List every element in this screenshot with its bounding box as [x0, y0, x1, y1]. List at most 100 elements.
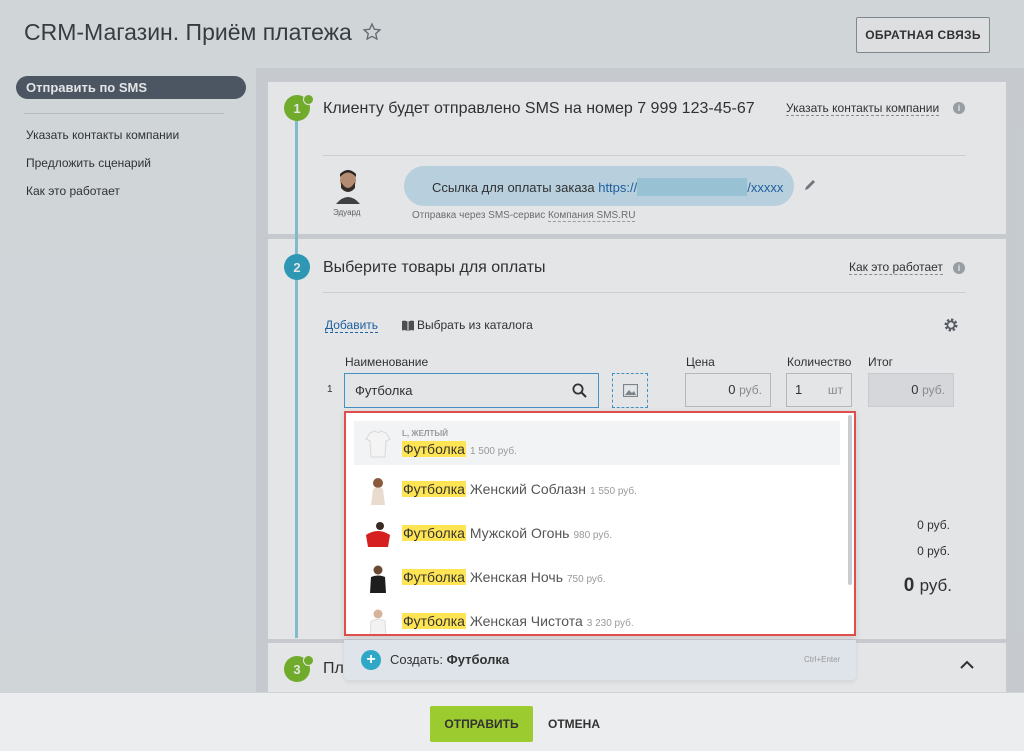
dropdown-item-rest: Женская Чистота [465, 613, 583, 629]
column-total-label: Итог [868, 355, 894, 369]
add-item-link[interactable]: Добавить [325, 318, 379, 333]
dropdown-item[interactable]: Футболка Женский Соблазн 1 550 руб. [354, 467, 840, 511]
row-index: 1 [327, 384, 333, 395]
create-value: Футболка [446, 652, 510, 667]
shortcut-hint: Ctrl+Enter [804, 655, 841, 664]
check-icon [303, 94, 314, 105]
gear-icon[interactable] [943, 317, 959, 333]
dropdown-item[interactable]: L, ЖЕЛТЫЙ Футболка 1 500 руб. [354, 421, 840, 465]
product-name-input[interactable]: Футболка [344, 373, 599, 408]
info-icon[interactable]: i [953, 262, 965, 274]
step2-divider [323, 292, 966, 293]
dropdown-item-name: Футболка Женская Ночь 750 руб. [402, 569, 606, 585]
quantity-value: 1 [795, 382, 803, 397]
info-icon[interactable]: i [953, 102, 965, 114]
dropdown-item-price: 1 500 руб. [469, 446, 517, 457]
dropdown-scrollbar[interactable] [848, 415, 852, 585]
company-contacts-link[interactable]: Указать контакты компании [786, 101, 940, 116]
match-highlight: Футболка [402, 441, 466, 457]
sms-service-link[interactable]: Компания SMS.RU [547, 210, 636, 222]
match-highlight: Футболка [402, 613, 466, 629]
grand-total-unit: руб. [919, 576, 952, 595]
step1-title: Клиенту будет отправлено SMS на номер 7 … [323, 100, 755, 117]
blurred-domain [637, 178, 748, 196]
dropdown-item[interactable]: Футболка Мужской Огонь 980 руб. [354, 511, 840, 555]
quantity-unit: шт [827, 383, 843, 397]
sms-note-text: Отправка через SMS-сервис [412, 210, 548, 221]
dropdown-item-name: Футболка 1 500 руб. [402, 441, 517, 457]
sidebar-item-send-sms[interactable]: Отправить по SMS [16, 76, 246, 99]
feedback-button[interactable]: ОБРАТНАЯ СВЯЗЬ [856, 17, 990, 53]
dropdown-item[interactable]: Футболка Женская Чистота 3 230 руб. [354, 599, 840, 634]
step3-title: Пл [323, 660, 344, 677]
sidebar-item-suggest-scenario[interactable]: Предложить сценарий [26, 156, 151, 170]
image-upload-button[interactable] [612, 373, 648, 408]
dropdown-item-name: Футболка Мужской Огонь 980 руб. [402, 525, 612, 541]
plus-icon: + [361, 650, 381, 670]
step2-title: Выберите товары для оплаты [323, 259, 546, 276]
dropdown-item-name: Футболка Женский Соблазн 1 550 руб. [402, 481, 637, 497]
check-icon [303, 655, 314, 666]
sms-message: Ссылка для оплаты заказа https:// /xxxxx [432, 178, 783, 196]
match-highlight: Футболка [402, 569, 466, 585]
cancel-button[interactable]: ОТМЕНА [548, 717, 600, 731]
pencil-icon[interactable] [803, 178, 817, 192]
book-icon [402, 320, 414, 331]
sms-service-note: Отправка через SMS-сервис Компания SMS.R… [412, 210, 636, 222]
product-thumbnail [371, 478, 385, 505]
dropdown-item-price: 980 руб. [573, 530, 612, 541]
step-timeline [295, 108, 298, 638]
match-highlight: Футболка [402, 481, 466, 497]
column-price-label: Цена [686, 355, 715, 369]
grand-total-value: 0 [903, 575, 915, 596]
step2-number: 2 [284, 254, 310, 280]
footer-bar: ОТПРАВИТЬ ОТМЕНА [0, 692, 1024, 751]
sidebar-divider [24, 113, 224, 114]
price-unit: руб. [739, 383, 762, 397]
create-item-label: Создать: Футболка [390, 652, 509, 667]
dropdown-item-rest: Мужской Огонь [465, 525, 570, 541]
column-name-label: Наименование [345, 355, 429, 369]
product-thumbnail [366, 522, 390, 547]
catalog-link[interactable]: Выбрать из каталога [417, 318, 533, 332]
dropdown-item-rest: Женский Соблазн [465, 481, 587, 497]
page-title: CRM-Магазин. Приём платежа [24, 19, 352, 45]
product-thumbnail [369, 609, 387, 634]
payment-link[interactable]: https:// /xxxxx [598, 178, 784, 196]
image-icon [622, 384, 638, 397]
dropdown-item-name: Футболка Женская Чистота 3 230 руб. [402, 613, 634, 629]
autocomplete-dropdown: L, ЖЕЛТЫЙ Футболка 1 500 руб. Футболка Же… [344, 411, 856, 636]
summary-line1: 0 руб. [917, 518, 950, 532]
create-prefix: Создать: [390, 652, 447, 667]
dropdown-item[interactable]: Футболка Женская Ночь 750 руб. [354, 555, 840, 599]
grand-total: 0 руб. [880, 575, 952, 597]
sender-name: Эдуард [333, 208, 361, 217]
dropdown-item-price: 3 230 руб. [586, 618, 634, 629]
column-quantity-label: Количество [787, 355, 852, 369]
star-icon[interactable] [362, 22, 382, 42]
how-it-works-link[interactable]: Как это работает [849, 260, 943, 275]
send-button[interactable]: ОТПРАВИТЬ [430, 706, 533, 742]
quantity-field[interactable]: 1 шт [786, 373, 852, 407]
tshirt-thumbnail [365, 430, 391, 458]
summary-line2: 0 руб. [917, 544, 950, 558]
page-header: CRM-Магазин. Приём платежа ОБРАТНАЯ СВЯЗ… [0, 0, 1024, 68]
chevron-up-icon[interactable] [960, 660, 974, 670]
dropdown-item-variant: L, ЖЕЛТЫЙ [402, 429, 448, 438]
total-unit: руб. [922, 383, 945, 397]
sidebar: Отправить по SMS Указать контакты компан… [0, 68, 256, 751]
sms-message-text: Ссылка для оплаты заказа [432, 180, 599, 195]
create-item-bar[interactable]: + Создать: Футболка Ctrl+Enter [344, 640, 856, 680]
sidebar-item-company-contacts[interactable]: Указать контакты компании [26, 128, 179, 142]
product-thumbnail [370, 565, 386, 593]
match-highlight: Футболка [402, 525, 466, 541]
total-value: 0 [911, 382, 919, 397]
total-field: 0 руб. [868, 373, 954, 407]
price-field[interactable]: 0 руб. [685, 373, 771, 407]
search-icon[interactable] [572, 383, 587, 398]
sidebar-item-how-it-works[interactable]: Как это работает [26, 184, 120, 198]
dropdown-item-price: 1 550 руб. [590, 486, 637, 497]
dropdown-item-rest: Женская Ночь [465, 569, 563, 585]
payment-link-end: /xxxxx [747, 180, 784, 195]
dropdown-item-price: 750 руб. [566, 574, 606, 585]
